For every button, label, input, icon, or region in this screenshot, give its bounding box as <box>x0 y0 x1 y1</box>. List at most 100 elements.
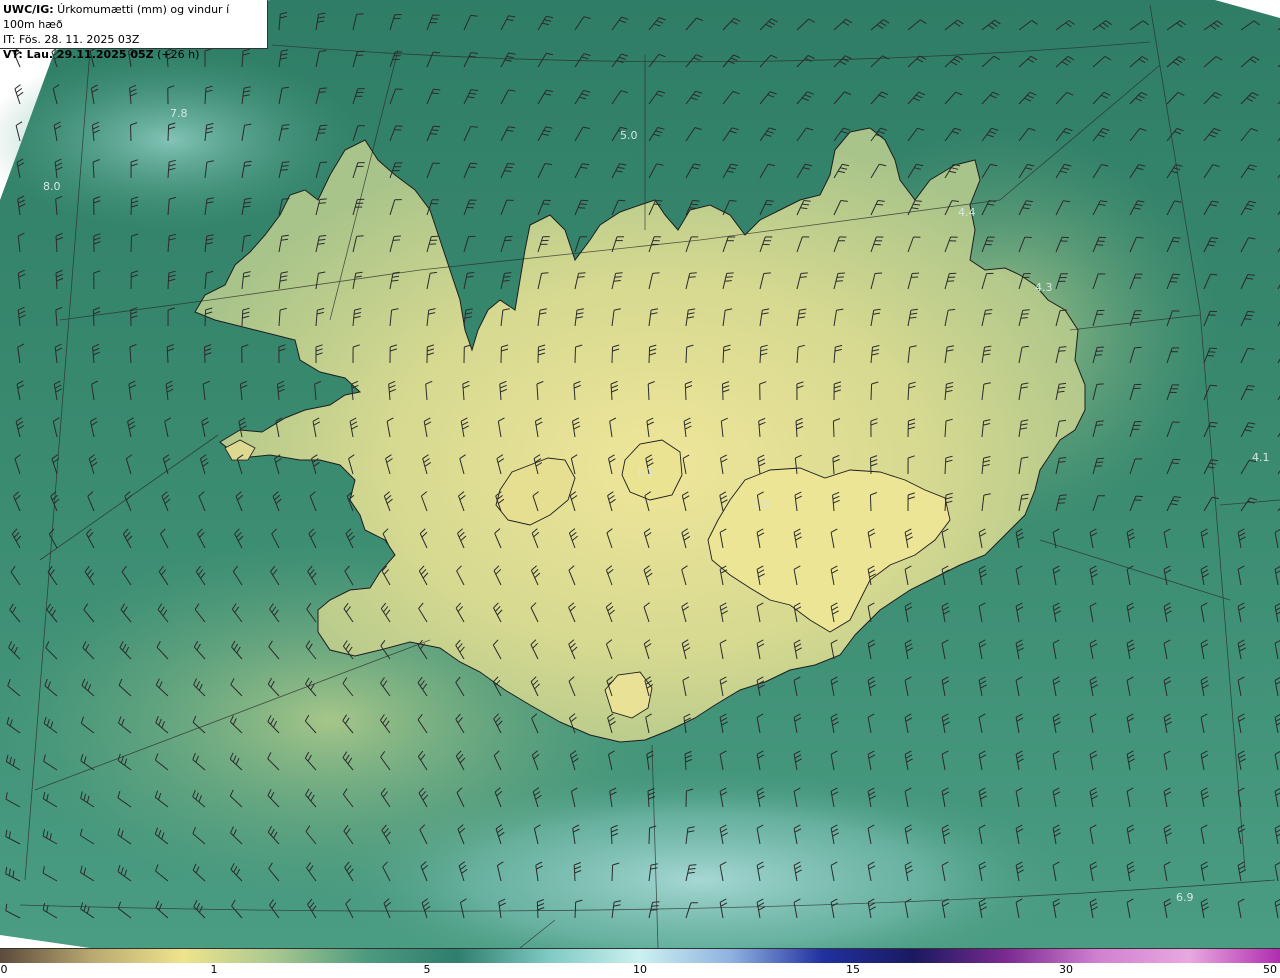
wind-barb-feather <box>1020 317 1028 319</box>
wind-barb-feather <box>763 272 771 274</box>
wind-barb <box>648 827 650 845</box>
wind-barb-feather <box>1209 384 1218 387</box>
wind-barb-feather <box>614 276 622 278</box>
wind-barb-feather <box>799 276 807 278</box>
valid-time-line: VT: Lau. 29.11.2025 05Z (+26 h) <box>3 47 264 62</box>
wind-barb-feather <box>800 272 808 274</box>
wind-barb-feather <box>1096 383 1104 385</box>
wind-barb <box>130 124 132 142</box>
wind-barb-feather <box>431 129 439 131</box>
wind-barb-feather <box>1173 237 1181 239</box>
wind-barb-feather <box>618 199 626 202</box>
wind-barb-feather <box>651 905 659 907</box>
wind-barb-feather <box>504 170 512 172</box>
wind-barb-feather <box>837 272 845 274</box>
wind-barb-feather <box>319 87 327 89</box>
wind-barb-feather <box>655 199 663 202</box>
wind-barb <box>574 346 576 364</box>
map-info-box: UWC/IG: Úrkomumætti (mm) og vindur í 100… <box>0 0 268 61</box>
wind-barb-feather <box>578 207 586 209</box>
wind-barb-feather <box>1095 424 1103 426</box>
colorbar-tick-label: 15 <box>846 963 860 976</box>
wind-barb-feather <box>578 272 586 274</box>
wind-barb-feather <box>356 235 364 237</box>
wind-barb-feather <box>1059 494 1067 496</box>
wind-barb-feather <box>726 272 734 274</box>
wind-barb <box>204 309 206 327</box>
wind-barb-feather <box>468 166 476 168</box>
colorbar-tick-label: 1 <box>210 963 218 976</box>
wind-barb-feather <box>1172 273 1180 276</box>
wind-barb <box>870 383 873 401</box>
wind-barb <box>869 494 872 512</box>
wind-barb-feather <box>1136 236 1144 239</box>
colorbar-tick-label: 0 <box>0 963 8 976</box>
wind-barb-feather <box>1247 310 1255 313</box>
wind-barb-feather <box>1058 350 1066 352</box>
wind-barb-feather <box>318 91 326 93</box>
value-label: 4.3 <box>1035 281 1053 294</box>
wind-barb-feather <box>688 276 696 278</box>
wind-barb-feather <box>653 203 661 206</box>
wind-barb-feather <box>280 169 288 171</box>
wind-barb-feather <box>1210 273 1218 276</box>
wind-barb-feather <box>433 88 441 91</box>
value-label: 6.9 <box>1176 891 1194 904</box>
wind-barb-feather <box>505 166 513 169</box>
wind-barb-feather <box>319 198 327 200</box>
wind-barb-feather <box>1099 236 1107 239</box>
wind-barb-feather <box>470 14 478 17</box>
wind-barb-feather <box>392 239 400 241</box>
colorbar-legend: 0 1 5 10 15 30 50 <box>0 948 1280 978</box>
wind-barb-feather <box>430 133 438 135</box>
wind-barb-feather <box>1208 425 1216 428</box>
value-label: 8.0 <box>43 180 61 193</box>
wind-barb-feather <box>725 276 733 278</box>
value-label: 1.0 <box>752 498 770 511</box>
value-label: 4.1 <box>1252 451 1270 464</box>
wind-barb-feather <box>1245 314 1253 317</box>
wind-barb-feather <box>1021 313 1029 315</box>
value-label: 7.8 <box>170 107 188 120</box>
wind-barb-feather <box>1096 420 1104 422</box>
wind-barb-feather <box>835 280 843 282</box>
wind-barb-feather <box>1057 502 1065 504</box>
wind-barb <box>684 383 687 401</box>
wind-barb <box>611 346 613 364</box>
wind-barb-feather <box>431 92 439 95</box>
wind-barb-feather <box>356 13 364 15</box>
colorbar-tick-label: 5 <box>423 963 431 976</box>
wind-barb-feather <box>1097 240 1105 242</box>
wind-barb <box>167 124 170 142</box>
wind-barb-feather <box>652 901 660 903</box>
wind-barb-feather <box>433 51 441 54</box>
wind-barb-feather <box>433 125 441 128</box>
wind-barb-feather <box>613 280 621 282</box>
wind-barb-feather <box>1135 495 1143 498</box>
wind-barb <box>611 864 614 882</box>
value-label: 5.0 <box>620 129 638 142</box>
wind-barb-feather <box>541 272 549 274</box>
wind-barb-feather <box>318 202 326 204</box>
colorbar-tick-label: 50 <box>1263 963 1277 976</box>
model-name: UWC/IG: <box>3 3 54 16</box>
wind-barb-feather <box>650 909 658 911</box>
wind-barb-feather <box>282 161 290 163</box>
wind-barb-feather <box>581 199 589 202</box>
wind-barb-feather <box>690 203 698 206</box>
wind-barb-feather <box>1059 457 1067 459</box>
weather-map: 7.8 8.0 5.0 4.4 4.3 4.1 1.0 1.1 6.9 UWC/… <box>0 0 1280 948</box>
wind-barb <box>685 346 688 364</box>
issue-time: IT: Fös. 28. 11. 2025 03Z <box>3 33 140 46</box>
wind-barb-feather <box>1096 346 1105 348</box>
valid-time: VT: Lau. 29.11.2025 05Z <box>3 48 154 61</box>
value-label: 1.1 <box>636 466 654 479</box>
wind-barb-feather <box>1096 244 1104 246</box>
colorbar-tick-label: 10 <box>633 963 647 976</box>
colorbar-gradient <box>0 948 1280 963</box>
wind-barb-feather <box>1095 350 1104 352</box>
wind-barb-feather <box>689 207 697 209</box>
wind-barb <box>574 901 577 919</box>
wind-barb-feather <box>1244 318 1252 320</box>
wind-barb-feather <box>615 272 623 274</box>
